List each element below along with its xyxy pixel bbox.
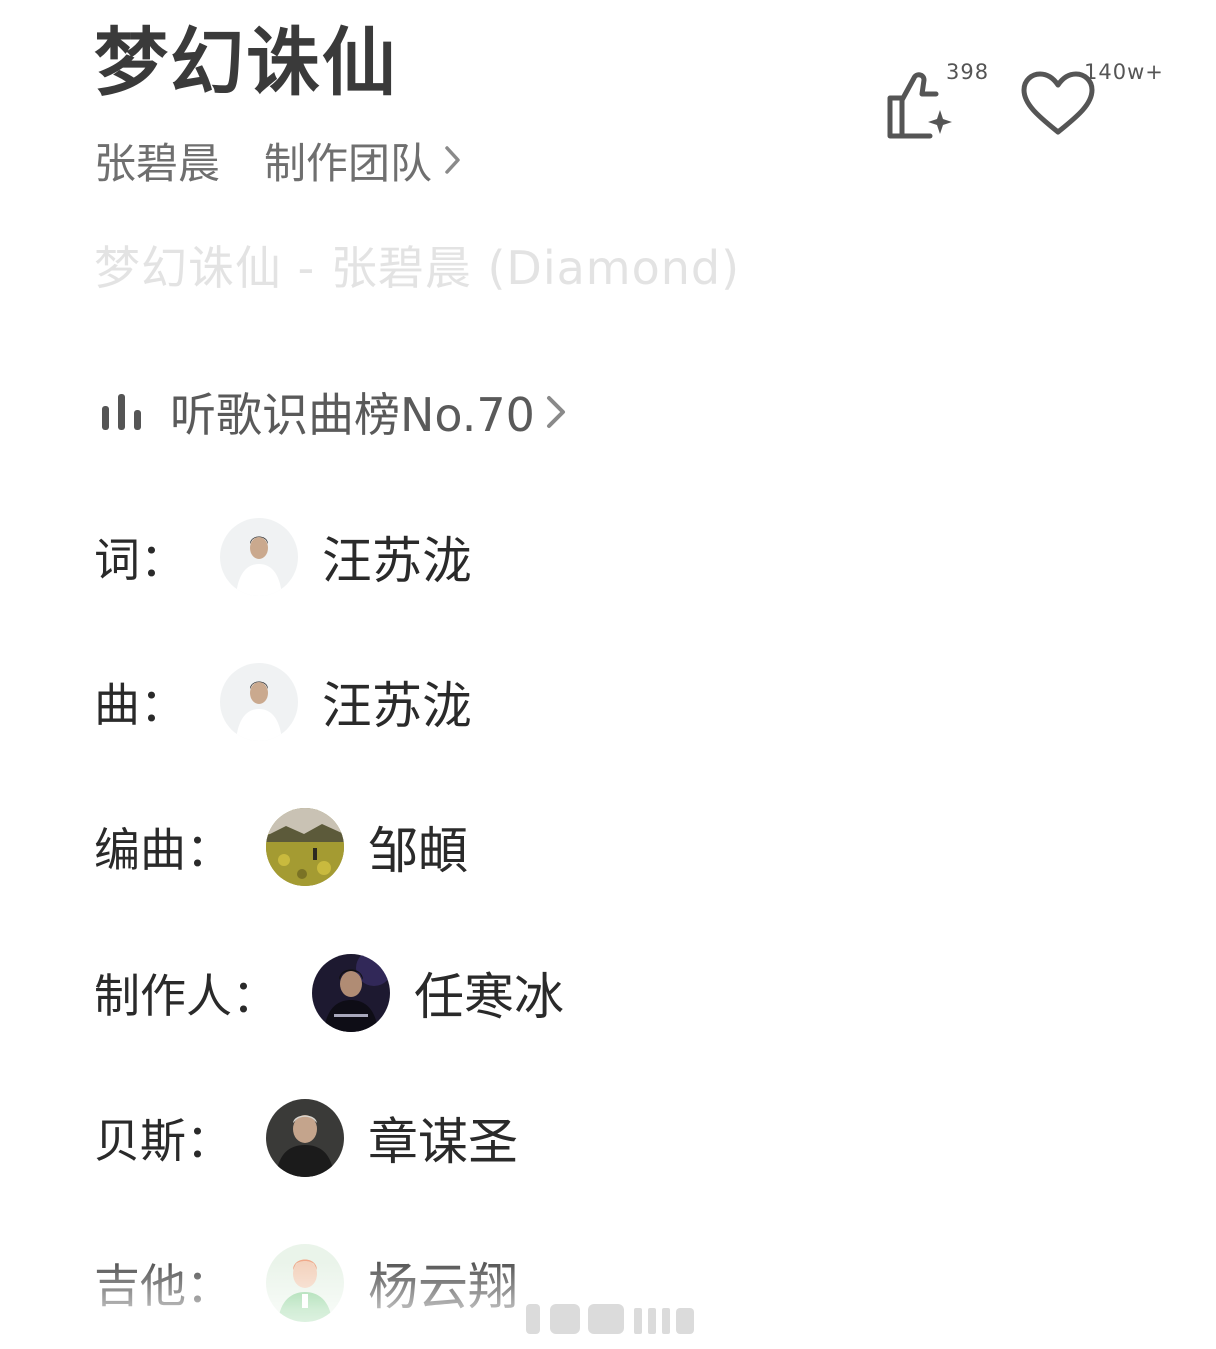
bar-chart-icon — [102, 394, 141, 430]
production-team-link[interactable]: 制作团队 — [264, 130, 464, 191]
chevron-right-icon — [546, 396, 565, 428]
chart-rank-link[interactable]: 听歌识曲榜No.70 — [100, 382, 569, 442]
portrait-image — [220, 663, 298, 741]
credit-person[interactable]: 汪苏泷 — [322, 521, 472, 593]
credit-role: 制作人： — [94, 969, 278, 1023]
landscape-image — [266, 808, 344, 886]
credit-row-guitar: 吉他： 杨云翔 — [94, 1243, 518, 1323]
like-count: 398 — [946, 60, 990, 84]
credit-row-lyricist: 词： 汪苏泷 — [94, 517, 472, 597]
like-button[interactable]: 398 — [884, 60, 994, 144]
credit-person[interactable]: 杨云翔 — [368, 1247, 518, 1319]
credit-role: 曲： — [94, 678, 186, 732]
avatar[interactable] — [220, 663, 298, 741]
credit-role: 词： — [94, 533, 186, 587]
watermark-logo — [526, 1304, 694, 1334]
credit-row-arranger: 编曲： 邹頔 — [94, 807, 468, 887]
credit-role: 吉他： — [94, 1259, 232, 1313]
artist-name[interactable]: 张碧晨 — [94, 130, 220, 191]
chart-rank-label: 听歌识曲榜No.70 — [170, 388, 535, 442]
credit-role: 编曲： — [94, 823, 232, 877]
default-avatar-image — [266, 1244, 344, 1322]
credit-role: 贝斯： — [94, 1114, 232, 1168]
production-team-label: 制作团队 — [264, 138, 433, 188]
credit-person[interactable]: 任寒冰 — [414, 957, 564, 1029]
portrait-image — [266, 1099, 344, 1177]
version-line: 梦幻诛仙 - 张碧晨 (Diamond) — [94, 241, 741, 295]
credit-row-composer: 曲： 汪苏泷 — [94, 662, 472, 742]
song-title: 梦幻诛仙 — [94, 20, 398, 106]
avatar[interactable] — [220, 518, 298, 596]
credit-row-bass: 贝斯： 章谋圣 — [94, 1098, 518, 1178]
song-meta: 张碧晨 制作团队 — [94, 132, 464, 188]
chevron-right-icon — [445, 146, 460, 174]
favorite-count: 140w+ — [1084, 60, 1164, 84]
avatar[interactable] — [266, 1244, 344, 1322]
avatar[interactable] — [312, 954, 390, 1032]
song-detail-page: 梦幻诛仙 张碧晨 制作团队 梦幻诛仙 - 张碧晨 (Diamond) 398 1… — [0, 0, 1216, 1349]
portrait-image — [312, 954, 390, 1032]
credit-person[interactable]: 汪苏泷 — [322, 666, 472, 738]
favorite-button[interactable]: 140w+ — [1018, 60, 1168, 144]
credit-row-producer: 制作人： 任寒冰 — [94, 953, 564, 1033]
credit-person[interactable]: 邹頔 — [368, 811, 468, 883]
portrait-image — [220, 518, 298, 596]
avatar[interactable] — [266, 1099, 344, 1177]
credit-person[interactable]: 章谋圣 — [368, 1102, 518, 1174]
avatar[interactable] — [266, 808, 344, 886]
